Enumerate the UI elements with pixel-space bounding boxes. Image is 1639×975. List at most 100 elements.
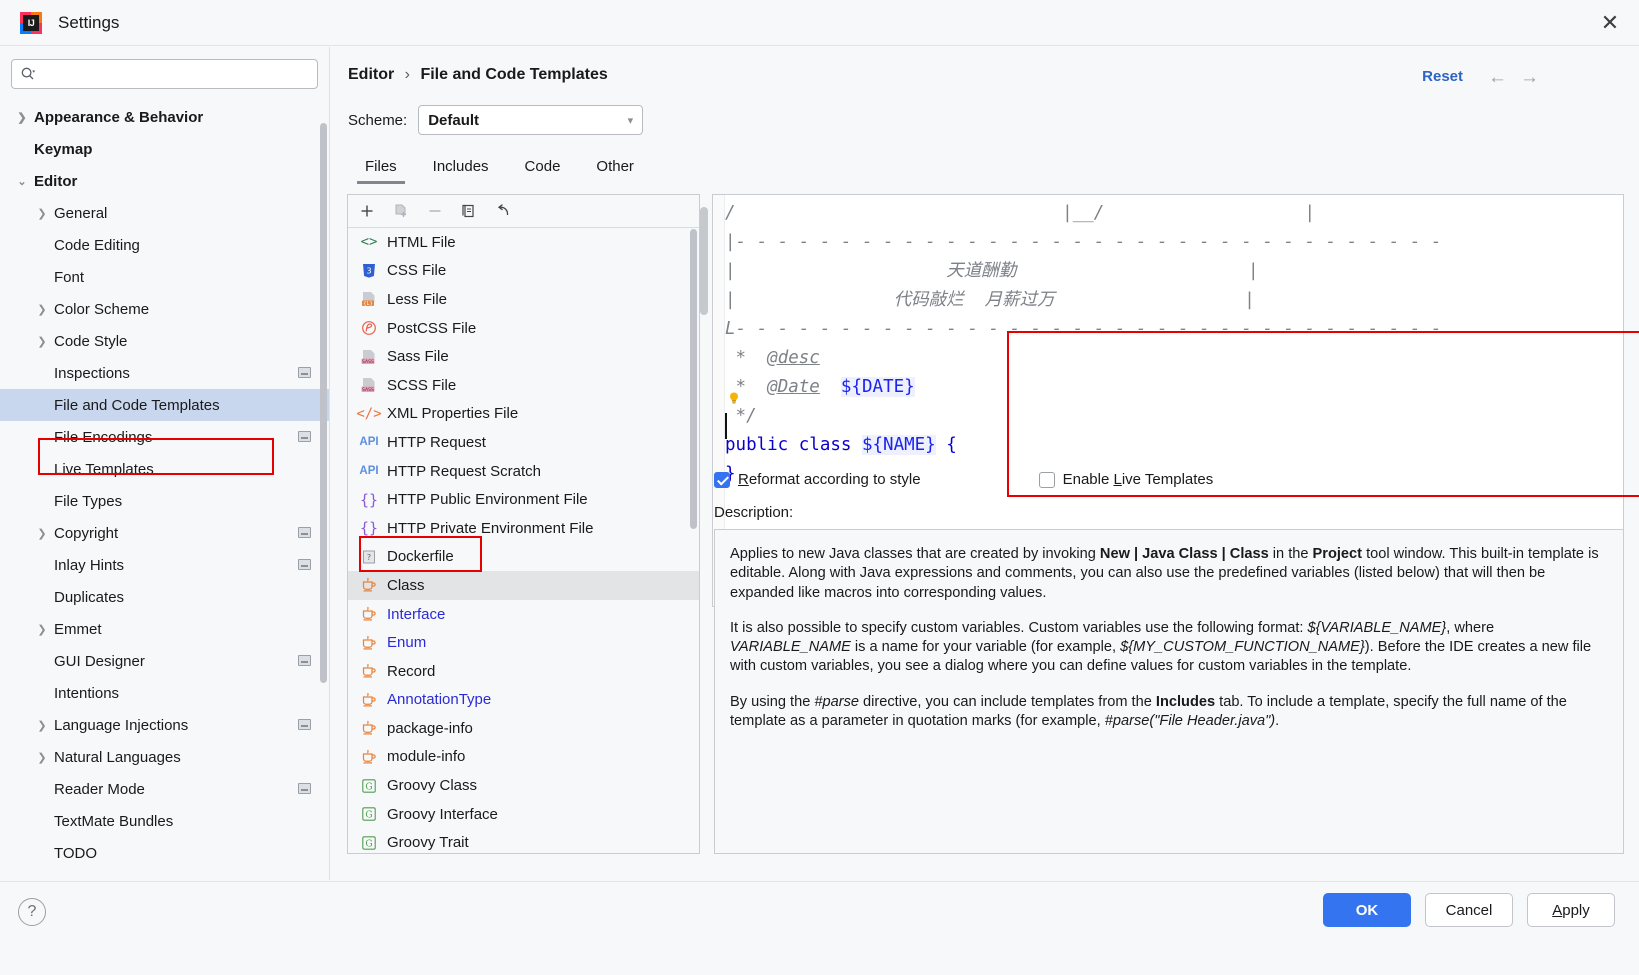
sidebar-item-file-and-code-templates[interactable]: File and Code Templates [0,389,329,421]
sidebar-item-reader-mode[interactable]: Reader Mode [0,773,329,805]
reformat-according-to-style-checkbox[interactable]: Reformat according to style [714,471,921,488]
api-icon: API [359,436,379,449]
svg-text:SASS: SASS [362,359,374,365]
chevron-right-icon[interactable]: ❯ [34,749,50,765]
sidebar-item-font[interactable]: Font [0,261,329,293]
sidebar-item-editor[interactable]: ⌄ Editor [0,165,329,197]
sidebar-item-code-editing[interactable]: Code Editing [0,229,329,261]
code-line: |- - - - - - - - - - - - - - - - - - - -… [725,228,1621,257]
sidebar-item-emmet[interactable]: ❯ Emmet [0,613,329,645]
code-token: ${DATE} [840,377,915,397]
scheme-select[interactable]: Default ▾ [418,105,644,135]
template-list-item[interactable]: Class [348,571,699,600]
svg-text:?: ? [367,553,371,562]
chevron-right-icon[interactable]: ❯ [34,333,50,349]
apply-button[interactable]: Apply [1527,893,1615,927]
sidebar-item-appearance-behavior[interactable]: ❯ Appearance & Behavior [0,101,329,133]
sidebar-item-label: Editor [34,172,78,190]
breadcrumb-leaf: File and Code Templates [420,66,608,83]
template-list-item[interactable]: <> HTML File [348,228,699,257]
chevron-right-icon[interactable]: ❯ [34,301,50,317]
help-button[interactable]: ? [18,898,46,926]
search-input[interactable] [40,65,309,83]
sidebar-item-duplicates[interactable]: Duplicates [0,581,329,613]
sidebar-item-todo[interactable]: TODO [0,837,329,869]
enable-live-templates-checkbox[interactable]: Enable Live Templates [1038,471,1213,488]
template-list-item[interactable]: ? Dockerfile [348,543,699,572]
search-box[interactable] [11,59,318,89]
sidebar-item-live-templates[interactable]: Live Templates [0,453,329,485]
template-list-item[interactable]: SASS Sass File [348,342,699,371]
sidebar-item-label: Duplicates [54,588,125,606]
chevron-right-icon[interactable]: ❯ [34,525,50,541]
lightbulb-icon[interactable] [727,391,741,405]
tab-other[interactable]: Other [578,152,652,184]
sidebar-item-copyright[interactable]: ❯ Copyright [0,517,329,549]
breadcrumb-root[interactable]: Editor [348,66,394,83]
code-token: * [725,348,768,368]
code-token: | 天道酬勤 | [725,261,1259,281]
sidebar-item-gui-designer[interactable]: GUI Designer [0,645,329,677]
sidebar-item-inlay-hints[interactable]: Inlay Hints [0,549,329,581]
arrow-right-icon[interactable]: → [1520,67,1539,89]
code-token: |__/ [1062,203,1105,223]
project-scope-icon [298,367,311,378]
template-list-item[interactable]: package-info [348,714,699,743]
sidebar-item-label: TODO [54,844,98,862]
chevron-right-icon[interactable]: ❯ [14,109,30,125]
unknown-file-icon: ? [359,548,379,565]
chevron-down-icon[interactable]: ⌄ [14,173,30,189]
template-list-item[interactable]: Enum [348,628,699,657]
sidebar-item-textmate-bundles[interactable]: TextMate Bundles [0,805,329,837]
tab-code[interactable]: Code [507,152,579,184]
arrow-left-icon[interactable]: ← [1488,67,1507,89]
template-list-item[interactable]: Record [348,657,699,686]
sidebar-item-keymap[interactable]: Keymap [0,133,329,165]
template-list-item[interactable]: Interface [348,600,699,629]
sidebar-item-label: Emmet [54,620,102,638]
reset-link[interactable]: Reset [1422,68,1463,85]
sidebar-item-language-injections[interactable]: ❯ Language Injections [0,709,329,741]
template-list-item[interactable]: G Groovy Class [348,771,699,800]
code-token: ${NAME} [861,435,936,455]
template-list-item[interactable]: {} HTTP Private Environment File [348,514,699,543]
template-name: Record [387,662,436,680]
ok-button[interactable]: OK [1323,893,1411,927]
template-list-item[interactable]: {} HTTP Public Environment File [348,485,699,514]
sidebar-item-natural-languages[interactable]: ❯ Natural Languages [0,741,329,773]
template-list-item[interactable]: 3 CSS File [348,257,699,286]
template-list-item[interactable]: G Groovy Trait [348,828,699,853]
template-list-item[interactable]: PostCSS File [348,314,699,343]
chevron-right-icon[interactable]: ❯ [34,717,50,733]
sidebar-item-intentions[interactable]: Intentions [0,677,329,709]
add-template-button[interactable] [357,201,377,221]
tab-files[interactable]: Files [347,152,415,184]
sidebar-item-inspections[interactable]: Inspections [0,357,329,389]
template-list-item[interactable]: </> XML Properties File [348,400,699,429]
tab-includes[interactable]: Includes [415,152,507,184]
sidebar-item-color-scheme[interactable]: ❯ Color Scheme [0,293,329,325]
template-list-item[interactable]: API HTTP Request [348,428,699,457]
close-icon[interactable]: ✕ [1595,9,1625,37]
template-list-item[interactable]: AnnotationType [348,686,699,715]
cancel-button[interactable]: Cancel [1425,893,1513,927]
chevron-right-icon[interactable]: ❯ [34,205,50,221]
template-list-item[interactable]: SASS SCSS File [348,371,699,400]
copy-template-button [391,201,411,221]
chevron-right-icon[interactable]: ❯ [34,621,50,637]
template-list-item[interactable]: G Groovy Interface [348,800,699,829]
sidebar-scrollbar[interactable] [320,123,327,683]
template-list-item[interactable]: {L} Less File [348,285,699,314]
sidebar-item-file-encodings[interactable]: File Encodings [0,421,329,453]
window-titlebar: IJ Settings ✕ [0,0,1639,46]
sidebar-item-general[interactable]: ❯ General [0,197,329,229]
sidebar-item-label: File Types [54,492,123,510]
reset-template-button[interactable] [493,201,513,221]
sidebar-item-code-style[interactable]: ❯ Code Style [0,325,329,357]
template-list-item[interactable]: API HTTP Request Scratch [348,457,699,486]
template-list-item[interactable]: module-info [348,743,699,772]
editor-vertical-scrollbar[interactable] [700,207,708,315]
sidebar-item-file-types[interactable]: File Types [0,485,329,517]
templates-scrollbar[interactable] [690,229,697,529]
duplicate-template-button[interactable] [459,201,479,221]
